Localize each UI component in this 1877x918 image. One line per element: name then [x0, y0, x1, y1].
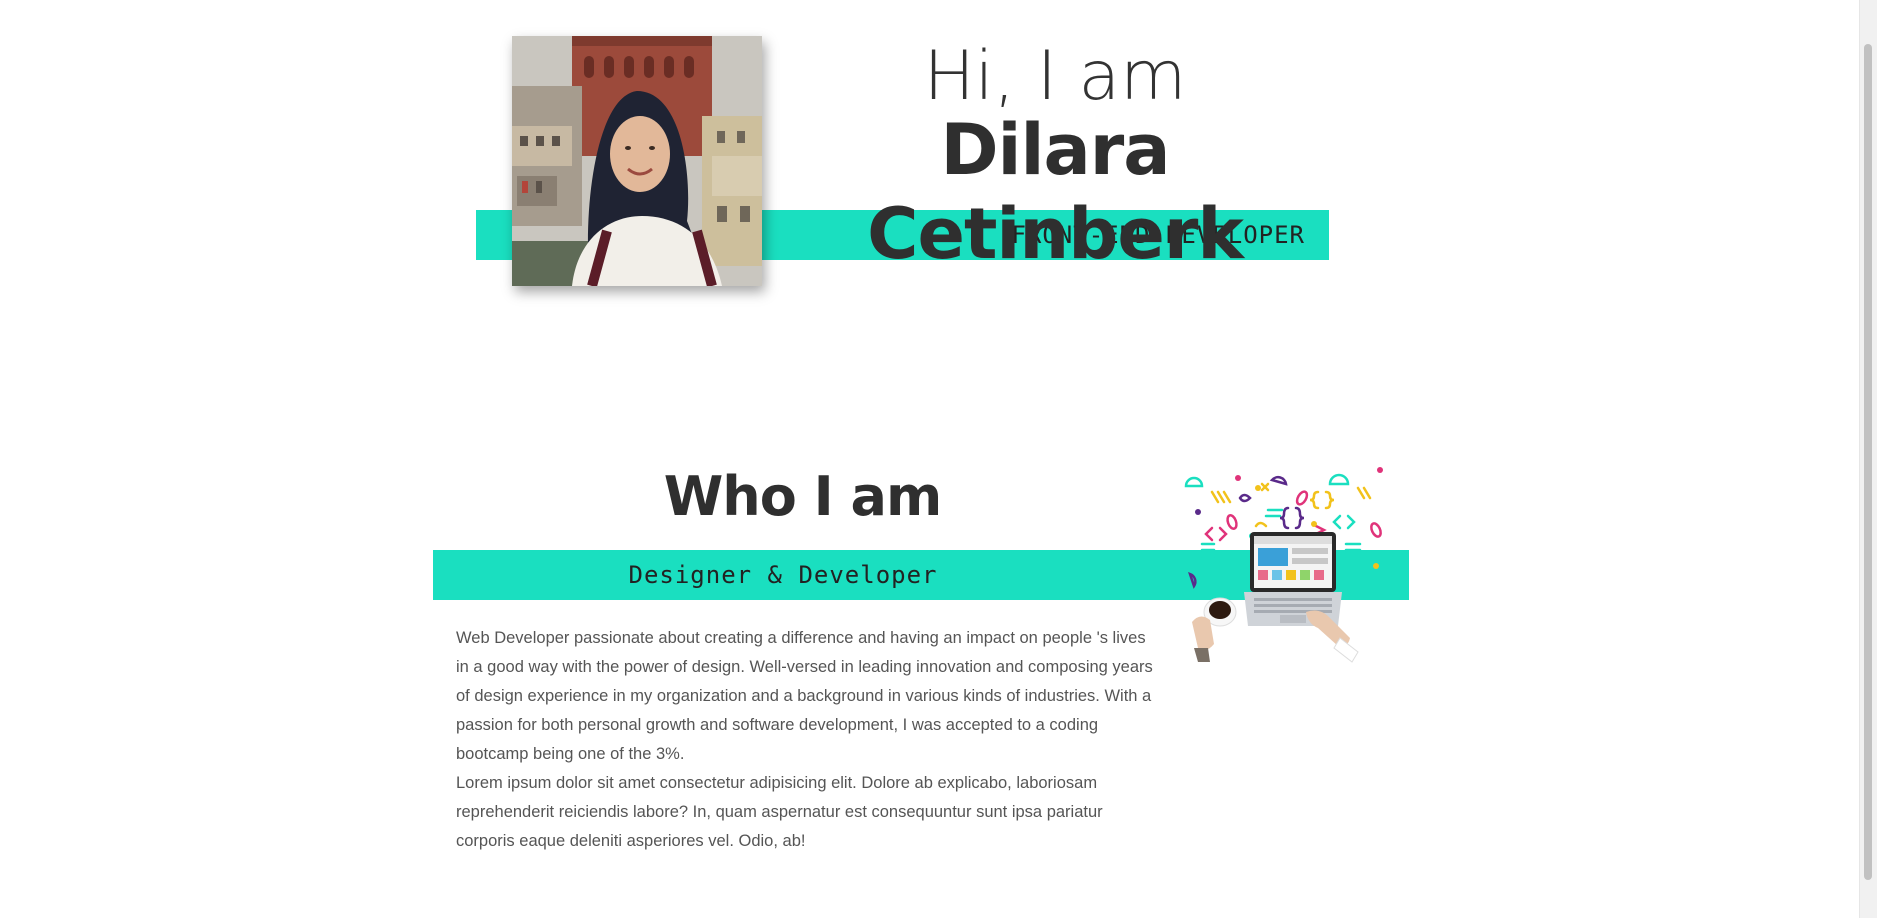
profile-photo	[512, 36, 762, 286]
portfolio-page: FRONT-END DEVELOPER Hi, I am Dilara Ceti…	[0, 0, 1877, 918]
about-subtitle: Designer & Developer	[628, 561, 938, 589]
hero-name: Dilara Cetinberk	[867, 109, 1244, 275]
about-description: Web Developer passionate about creating …	[456, 624, 1156, 856]
about-title: Who I am	[663, 465, 943, 528]
hero-greeting: Hi, I am	[923, 37, 1187, 116]
laptop-coffee-illustration	[1180, 462, 1390, 672]
scrollbar-thumb[interactable]	[1864, 44, 1872, 880]
vertical-scrollbar[interactable]	[1859, 0, 1877, 918]
about-paragraph: Lorem ipsum dolor sit amet consectetur a…	[456, 774, 1103, 850]
about-paragraph: Web Developer passionate about creating …	[456, 629, 1153, 763]
